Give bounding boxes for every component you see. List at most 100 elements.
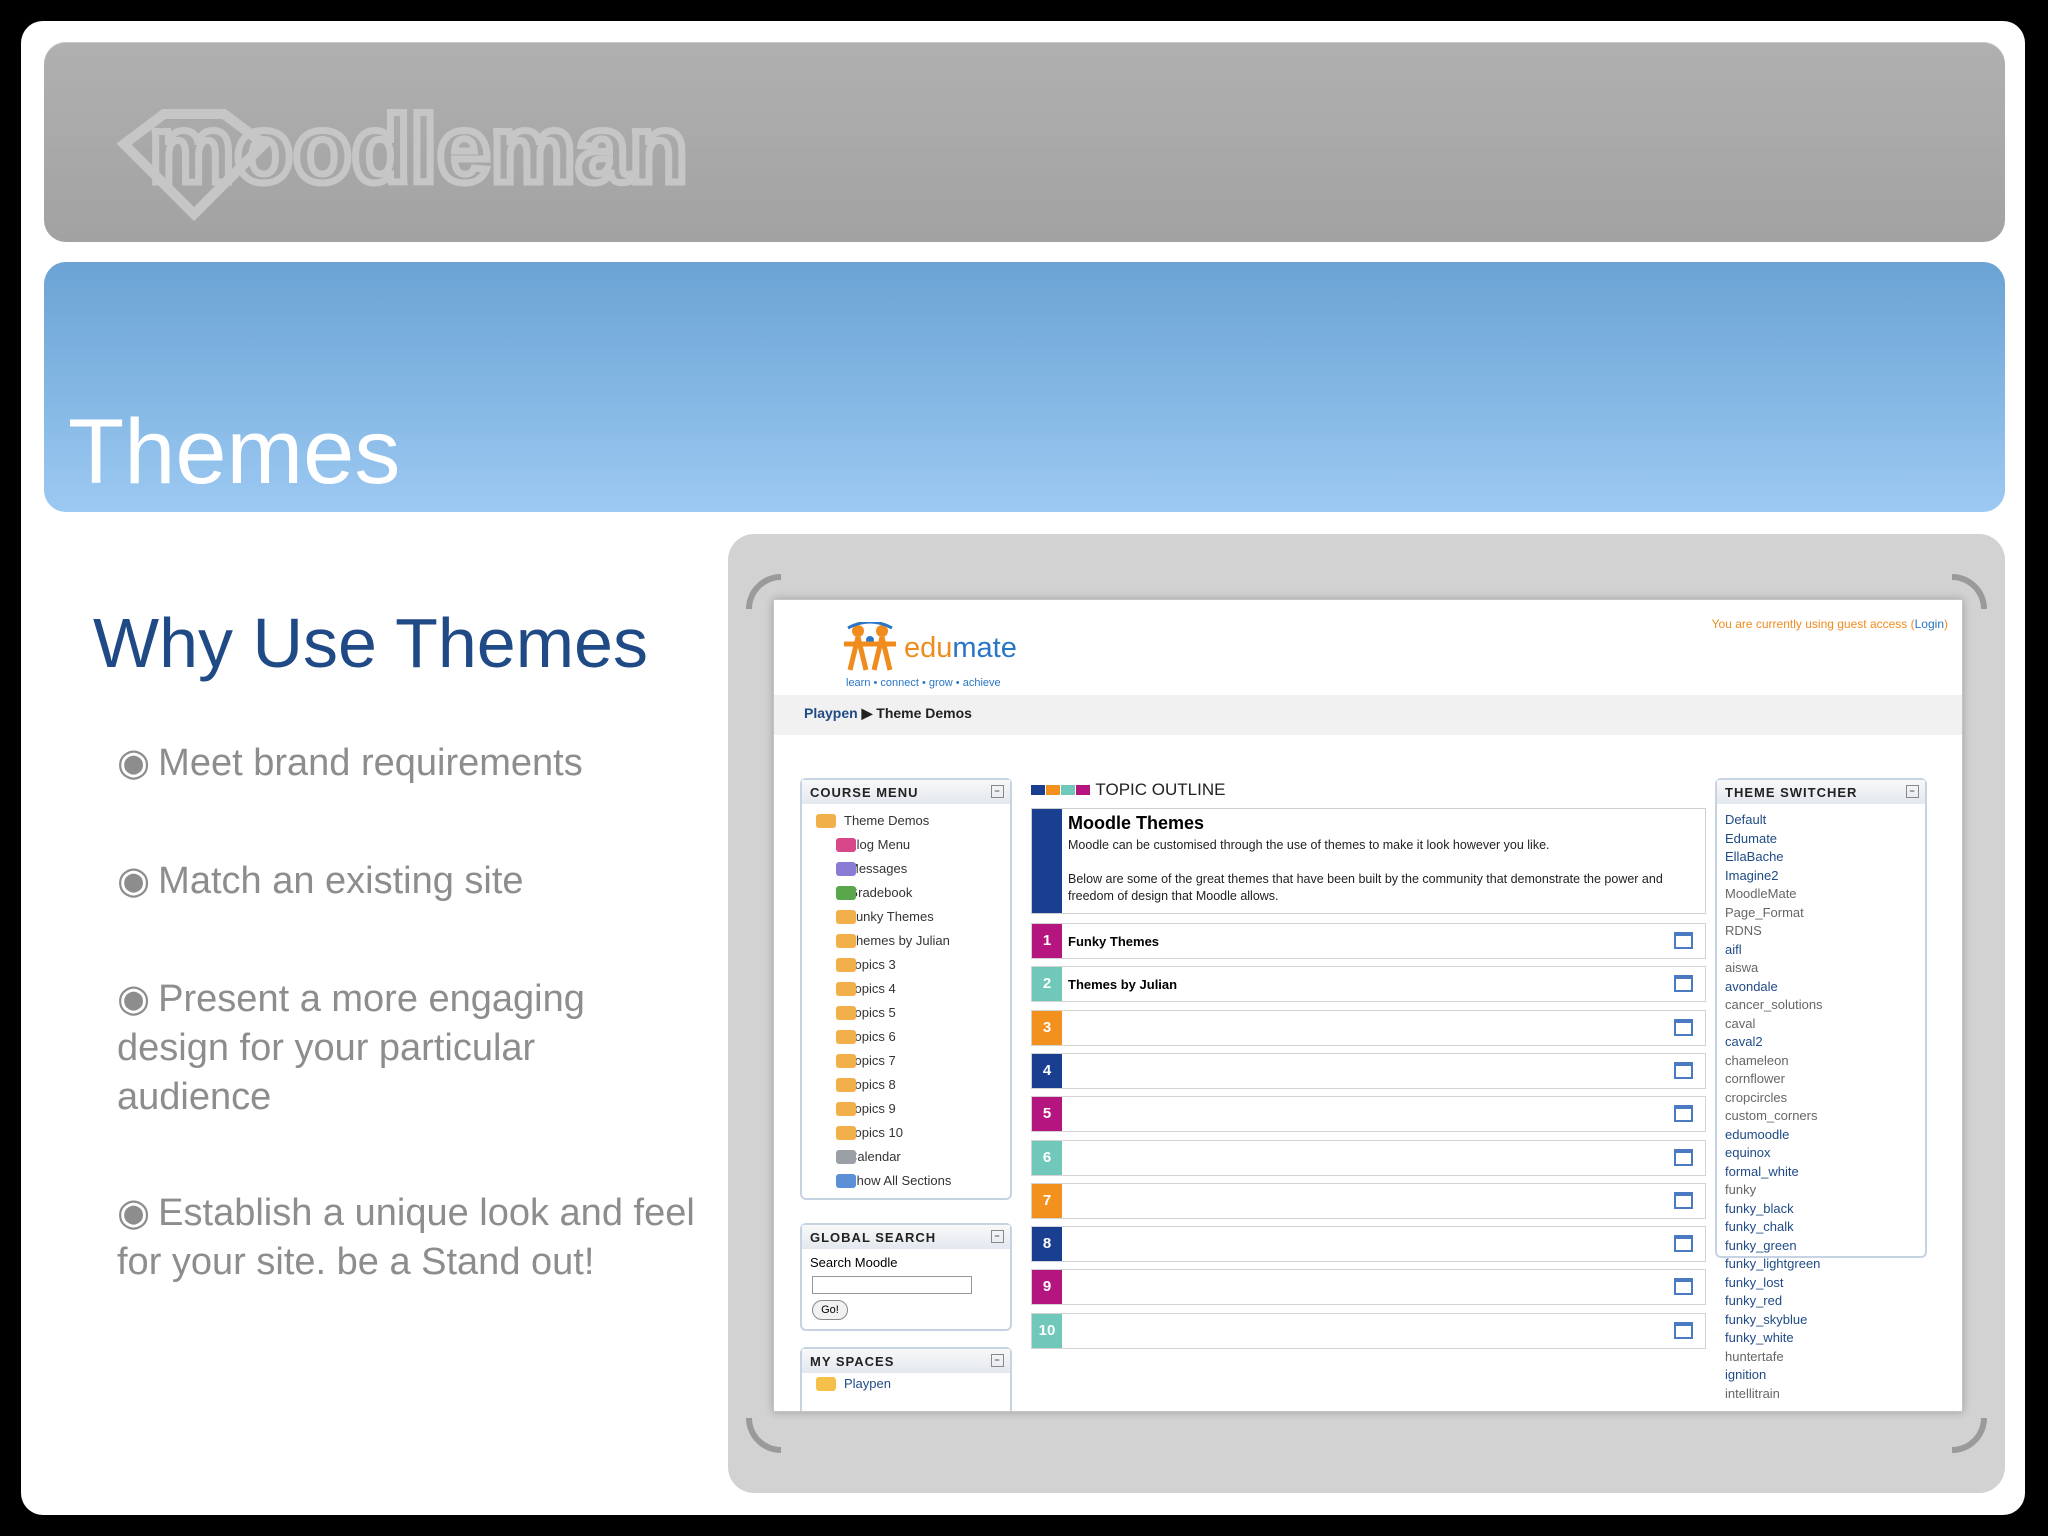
theme-link[interactable]: aiswa <box>1725 960 1917 979</box>
block-header: MY SPACES − <box>802 1349 1010 1373</box>
course-menu-item[interactable]: Topics 10 <box>802 1122 1010 1146</box>
theme-link[interactable]: Page_Format <box>1725 905 1917 924</box>
theme-link[interactable]: custom_corners <box>1725 1108 1917 1127</box>
slide: moodleman Themes Why Use Themes ◉ Meet br… <box>21 21 2025 1515</box>
topic-number: 10 <box>1032 1313 1062 1348</box>
theme-link[interactable]: funky_red <box>1725 1293 1917 1312</box>
theme-link[interactable]: edumoodle <box>1725 1127 1917 1146</box>
theme-link[interactable]: equinox <box>1725 1145 1917 1164</box>
theme-link[interactable]: EllaBache <box>1725 849 1917 868</box>
course-menu-item[interactable]: Calendar <box>802 1146 1010 1170</box>
theme-link[interactable]: chameleon <box>1725 1053 1917 1072</box>
course-menu-item[interactable]: Themes by Julian <box>802 930 1010 954</box>
course-menu-item[interactable]: Topics 9 <box>802 1098 1010 1122</box>
show-topic-icon[interactable] <box>1674 1105 1693 1123</box>
bullet-4: ◉ Establish a unique look and feel for yo… <box>117 1192 695 1283</box>
navbar: Playpen ▶ Theme Demos <box>774 695 1962 735</box>
theme-link[interactable]: MoodleMate <box>1725 886 1917 905</box>
topic-row[interactable]: 9 <box>1031 1269 1706 1306</box>
show-topic-icon[interactable] <box>1674 1278 1693 1296</box>
search-go-button[interactable]: Go! <box>812 1300 848 1320</box>
topic-row[interactable]: 5 <box>1031 1096 1706 1133</box>
theme-link[interactable]: cancer_solutions <box>1725 997 1917 1016</box>
theme-link[interactable]: ignition <box>1725 1367 1917 1386</box>
theme-link[interactable]: Default <box>1725 812 1917 831</box>
show-topic-icon[interactable] <box>1674 1148 1693 1166</box>
theme-link[interactable]: huntertafe <box>1725 1349 1917 1368</box>
theme-link[interactable]: RDNS <box>1725 923 1917 942</box>
global-search-block: GLOBAL SEARCH − Search Moodle Go! <box>800 1223 1012 1331</box>
course-menu-item[interactable]: Topics 8 <box>802 1074 1010 1098</box>
theme-link[interactable]: caval <box>1725 1016 1917 1035</box>
bullet-icon: ◉ <box>117 978 151 1020</box>
course-menu-item-label: Gradebook <box>848 885 913 900</box>
topic-row[interactable]: 3 <box>1031 1009 1706 1046</box>
my-spaces-item[interactable]: Playpen <box>802 1373 1010 1397</box>
course-menu-item[interactable]: Topics 4 <box>802 978 1010 1002</box>
topic-row[interactable]: 4 <box>1031 1052 1706 1089</box>
course-menu-item[interactable]: Topics 3 <box>802 954 1010 978</box>
theme-link[interactable]: cropcircles <box>1725 1090 1917 1109</box>
course-menu-item[interactable]: Gradebook <box>802 882 1010 906</box>
show-topic-icon[interactable] <box>1674 1321 1693 1339</box>
summary-title: Moodle Themes <box>1068 813 1205 833</box>
moodle-screenshot: edumate learn • connect • grow • achieve… <box>773 599 1963 1412</box>
course-menu-item[interactable]: Topics 7 <box>802 1050 1010 1074</box>
theme-link[interactable]: caval2 <box>1725 1034 1917 1053</box>
theme-link[interactable]: avondale <box>1725 979 1917 998</box>
topic-label: Themes by Julian <box>1068 977 1178 993</box>
svg-text:moodleman: moodleman <box>149 96 688 203</box>
title-band: Themes <box>44 262 2005 512</box>
course-menu-item[interactable]: Topics 5 <box>802 1002 1010 1026</box>
course-menu-list: Theme Demos Blog Menu Messages Gradebook Fun… <box>802 804 1010 1194</box>
theme-link[interactable]: funky <box>1725 1182 1917 1201</box>
topic-row[interactable]: 7 <box>1031 1182 1706 1219</box>
theme-link[interactable]: funky_white <box>1725 1330 1917 1349</box>
theme-link[interactable]: funky_black <box>1725 1201 1917 1220</box>
theme-link[interactable]: formal_white <box>1725 1164 1917 1183</box>
course-menu-item[interactable]: Topics 6 <box>802 1026 1010 1050</box>
summary-text-2: Below are some of the great themes that … <box>1068 872 1663 903</box>
theme-link[interactable]: cornflower <box>1725 1071 1917 1090</box>
folder-open-icon <box>816 814 836 828</box>
topic-row[interactable]: 6 <box>1031 1139 1706 1176</box>
search-input[interactable] <box>812 1276 972 1294</box>
course-menu-item[interactable]: Show All Sections <box>802 1170 1010 1194</box>
show-topic-icon[interactable] <box>1674 1235 1693 1253</box>
course-menu-item-label: Topics 10 <box>848 1125 903 1140</box>
theme-link[interactable]: aifl <box>1725 942 1917 961</box>
course-menu-item[interactable]: Theme Demos <box>802 810 1010 834</box>
course-menu-item[interactable]: Funky Themes <box>802 906 1010 930</box>
collapse-icon[interactable]: − <box>991 1230 1004 1243</box>
topic-row[interactable]: 2 Themes by Julian <box>1031 966 1706 1003</box>
theme-link[interactable]: Edumate <box>1725 831 1917 850</box>
folder-icon <box>836 1030 856 1044</box>
show-topic-icon[interactable] <box>1674 975 1693 993</box>
collapse-icon[interactable]: − <box>991 1354 1004 1367</box>
theme-link[interactable]: funky_lost <box>1725 1275 1917 1294</box>
theme-link[interactable]: funky_chalk <box>1725 1219 1917 1238</box>
topic-row[interactable]: 10 <box>1031 1312 1706 1349</box>
show-topic-icon[interactable] <box>1674 1018 1693 1036</box>
show-topic-icon[interactable] <box>1674 1061 1693 1079</box>
theme-link[interactable]: funky_lightgreen <box>1725 1256 1917 1275</box>
show-topic-icon[interactable] <box>1674 1191 1693 1209</box>
list-icon <box>836 1174 856 1188</box>
breadcrumb-separator-icon: ▶ <box>861 705 873 721</box>
topic-label: Funky Themes <box>1068 934 1160 949</box>
topic-row[interactable]: 8 <box>1031 1226 1706 1263</box>
folder-icon <box>836 910 856 924</box>
summary-color-bar <box>1032 809 1062 913</box>
collapse-icon[interactable]: − <box>1906 785 1919 798</box>
breadcrumb-home[interactable]: Playpen <box>804 705 858 721</box>
theme-link[interactable]: funky_skyblue <box>1725 1312 1917 1331</box>
show-topic-icon[interactable] <box>1674 932 1693 949</box>
course-menu-item[interactable]: Blog Menu <box>802 834 1010 858</box>
theme-link[interactable]: Imagine2 <box>1725 868 1917 887</box>
collapse-icon[interactable]: − <box>991 785 1004 798</box>
course-menu-item[interactable]: Messages <box>802 858 1010 882</box>
theme-link[interactable]: intellitrain <box>1725 1386 1917 1405</box>
theme-link[interactable]: funky_green <box>1725 1238 1917 1257</box>
login-link[interactable]: Login <box>1915 617 1944 631</box>
topic-row[interactable]: 1 Funky Themes <box>1031 923 1706 959</box>
